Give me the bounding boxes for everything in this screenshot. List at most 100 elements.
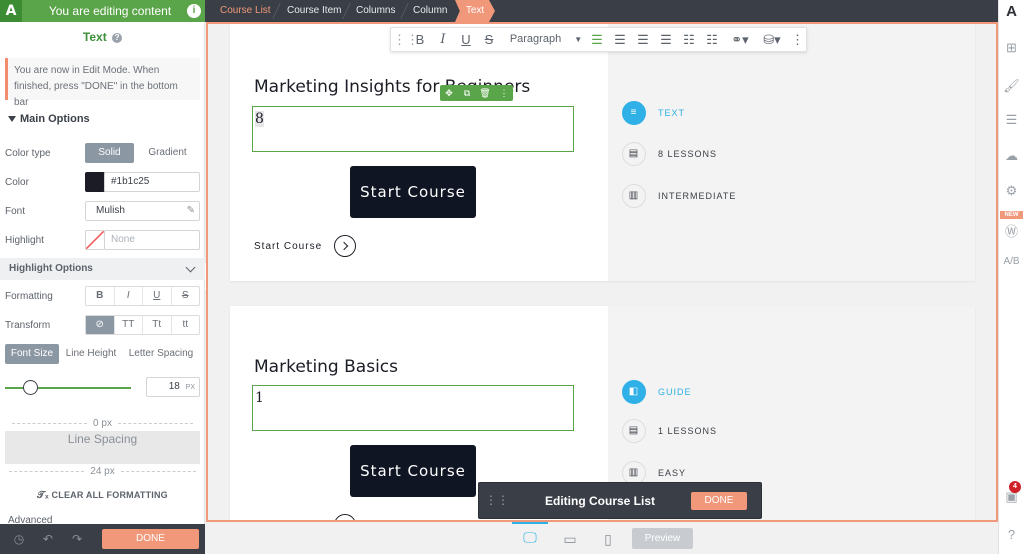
start-course-button[interactable]: Start Course <box>350 445 476 497</box>
ab-test-icon[interactable]: A/B <box>999 256 1023 267</box>
link-icon[interactable]: ⚭▾ <box>727 28 753 51</box>
element-mini-toolbar: ✥ ⧉ 🗑 ⋮ <box>440 85 513 101</box>
redo-icon[interactable]: ↷ <box>69 531 85 547</box>
bar-chart-icon: ▥ <box>622 184 646 208</box>
editing-done-button[interactable]: DONE <box>691 492 747 510</box>
highlight-input[interactable]: None <box>104 230 200 250</box>
start-course-link[interactable]: Start Course <box>254 241 322 252</box>
breadcrumb-columns[interactable]: Columns <box>356 0 395 22</box>
info-icon[interactable]: i <box>187 4 201 18</box>
breadcrumb-text[interactable]: Text <box>455 0 495 22</box>
done-button[interactable]: DONE <box>102 529 199 549</box>
bullet-list-icon[interactable]: ☷ <box>680 28 698 51</box>
pencil-icon[interactable]: ✎ <box>187 202 195 220</box>
arrow-right-icon[interactable] <box>334 514 356 520</box>
align-justify-icon[interactable]: ☰ <box>657 28 675 51</box>
transform-capitalize-button[interactable]: Tt <box>143 316 172 334</box>
add-element-icon[interactable]: ⊞ <box>999 40 1023 56</box>
drag-handle-icon[interactable]: ⋮⋮ <box>485 493 509 507</box>
highlight-options-label: Highlight Options <box>9 263 93 274</box>
font-select[interactable]: Mulish ✎ <box>85 201 200 221</box>
align-right-icon[interactable]: ☰ <box>634 28 652 51</box>
font-size-value: 18 <box>168 381 180 392</box>
font-value: Mulish <box>96 205 125 216</box>
history-icon[interactable]: ◷ <box>11 531 27 547</box>
thrive-logo-icon[interactable]: A <box>0 0 22 22</box>
breadcrumb-column[interactable]: Column <box>413 0 447 22</box>
font-size-input[interactable]: 18 PX <box>146 377 200 397</box>
help-icon[interactable]: ? <box>112 33 123 43</box>
color-hex-input[interactable]: #1b1c25 <box>104 172 200 192</box>
desktop-icon[interactable]: 🖵 <box>512 522 548 548</box>
undo-icon[interactable]: ↶ <box>40 531 56 547</box>
edit-mode-note: You are now in Edit Mode. When finished,… <box>5 58 200 108</box>
align-left-icon[interactable]: ☰ <box>588 28 606 51</box>
underline-button[interactable]: U <box>143 287 172 305</box>
gear-icon[interactable]: ⚙ <box>999 183 1023 199</box>
course-number-text[interactable]: 1 <box>252 385 574 431</box>
course-meta-type-label: TEXT <box>658 108 686 118</box>
spacer-top-label: 0 px <box>0 418 205 429</box>
course-meta-level-label: EASY <box>658 468 687 478</box>
numbered-list-icon[interactable]: ☷ <box>703 28 721 51</box>
strikethrough-icon[interactable]: S <box>480 28 498 51</box>
color-swatch[interactable] <box>85 172 105 192</box>
wordpress-icon[interactable]: Ⓦ <box>999 221 1023 240</box>
align-center-icon[interactable]: ☰ <box>611 28 629 51</box>
tab-letter-spacing[interactable]: Letter Spacing <box>124 344 198 364</box>
mobile-icon[interactable]: ▯ <box>590 526 626 552</box>
arrow-right-icon[interactable] <box>334 235 356 257</box>
more-options-icon[interactable]: ⋮ <box>791 28 804 51</box>
line-spacing-box[interactable]: Line Spacing <box>5 431 200 464</box>
trash-icon[interactable]: 🗑 <box>476 85 494 101</box>
editing-bar-label: Editing Course List <box>545 494 656 508</box>
more-options-icon[interactable]: ⋮ <box>495 85 513 101</box>
color-type-gradient-button[interactable]: Gradient <box>140 143 195 163</box>
duplicate-icon[interactable]: ⧉ <box>458 85 476 101</box>
color-type-solid-button[interactable]: Solid <box>85 143 134 163</box>
transform-none-button[interactable]: ⊘ <box>86 316 115 334</box>
settings-sliders-icon[interactable]: ☰ <box>999 112 1023 128</box>
brush-icon[interactable]: 🖌 <box>999 78 1023 94</box>
thrive-logo-icon[interactable]: A <box>999 3 1023 20</box>
database-icon[interactable]: ⛁▾ <box>759 28 785 51</box>
tablet-icon[interactable]: ▭ <box>552 526 588 552</box>
editing-bar: ⋮⋮ Editing Course List DONE <box>478 482 762 519</box>
book-icon: ◧ <box>622 380 646 404</box>
drag-handle-icon[interactable]: ⋮⋮ <box>393 28 419 51</box>
transform-lowercase-button[interactable]: tt <box>172 316 200 334</box>
breadcrumb-course-list[interactable]: Course List <box>220 0 271 22</box>
strikethrough-button[interactable]: S <box>172 287 200 305</box>
help-icon[interactable]: ? <box>999 527 1023 542</box>
preview-button[interactable]: Preview <box>632 528 693 549</box>
document-icon: ▤ <box>622 419 646 443</box>
italic-icon[interactable]: I <box>434 28 452 51</box>
highlight-swatch[interactable] <box>85 230 105 250</box>
breadcrumb-separator <box>400 3 409 19</box>
underline-icon[interactable]: U <box>457 28 475 51</box>
font-size-slider-handle[interactable] <box>23 380 38 395</box>
clear-formatting-button[interactable]: 𝒯ₓ CLEAR ALL FORMATTING <box>0 490 205 501</box>
move-icon[interactable]: ✥ <box>440 85 458 101</box>
breadcrumb: Course List Course Item Columns Column T… <box>205 0 998 22</box>
highlight-options-toggle[interactable]: Highlight Options <box>0 258 205 280</box>
tab-font-size[interactable]: Font Size <box>5 344 59 364</box>
breadcrumb-course-item[interactable]: Course Item <box>287 0 341 22</box>
highlight-label: Highlight <box>5 235 44 246</box>
italic-button[interactable]: I <box>115 287 143 305</box>
main-options-toggle[interactable]: Main Options <box>0 106 205 132</box>
bold-button[interactable]: B <box>86 287 115 305</box>
text-lines-icon: ≡ <box>622 101 646 125</box>
start-course-button[interactable]: Start Course <box>350 166 476 218</box>
document-icon: ▤ <box>622 142 646 166</box>
tab-line-height[interactable]: Line Height <box>62 344 120 364</box>
course-number-text[interactable]: 8 <box>252 106 574 152</box>
paragraph-select[interactable]: Paragraph ▼ <box>509 28 583 51</box>
text-format-toolbar: ⋮⋮ B I U S Paragraph ▼ ☰ ☰ ☰ ☰ ☷ ☷ ⚭▾ ⛁▾… <box>390 27 807 52</box>
bold-icon[interactable]: B <box>411 28 429 51</box>
element-title-text: Text <box>82 30 107 44</box>
transform-uppercase-button[interactable]: TT <box>115 316 143 334</box>
cloud-icon[interactable]: ☁ <box>999 148 1023 164</box>
course-title[interactable]: Marketing Basics <box>254 357 398 377</box>
transform-buttons: ⊘ TT Tt tt <box>85 315 200 335</box>
